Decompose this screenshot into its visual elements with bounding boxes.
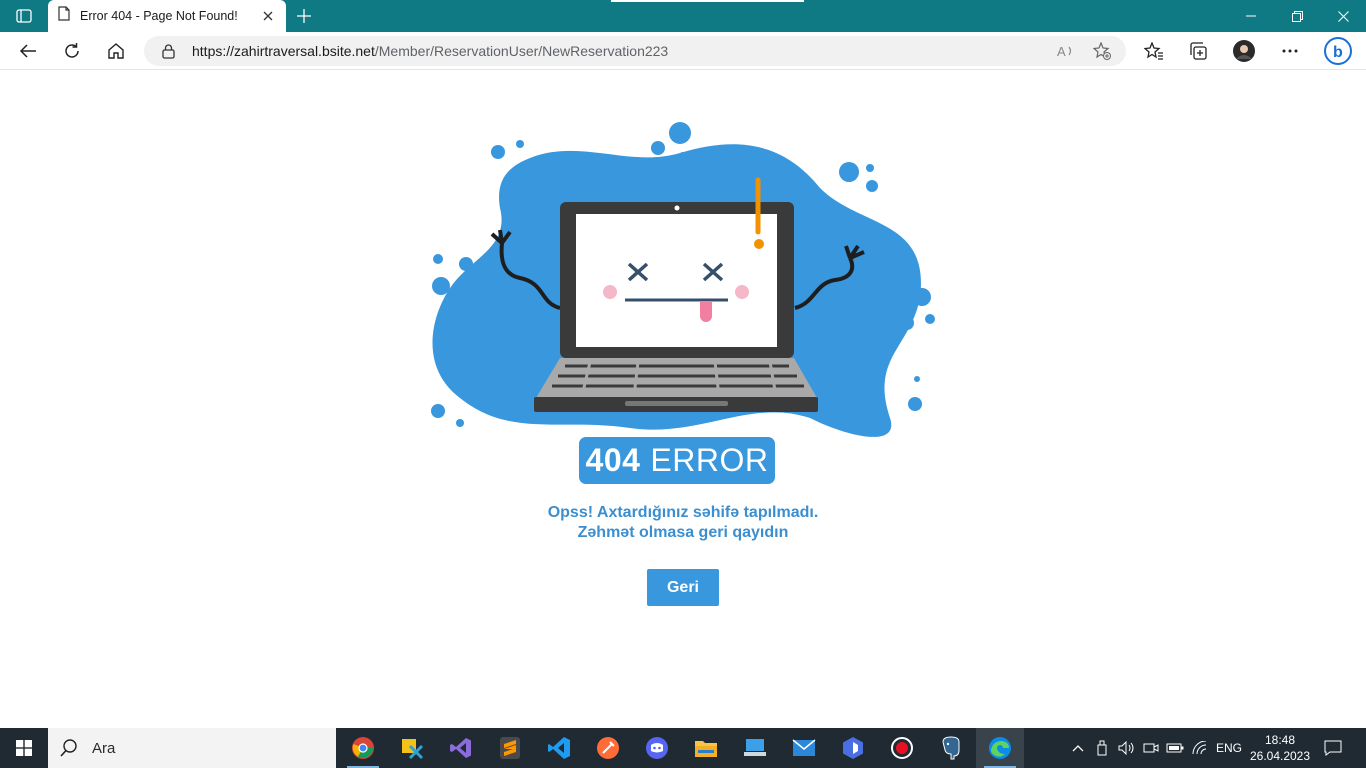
restore-icon[interactable] xyxy=(1274,0,1320,32)
visual-studio-icon[interactable] xyxy=(437,728,485,768)
error-message-line2: Zəhmət olmasa geri qayıdın xyxy=(577,524,789,541)
mail-icon[interactable] xyxy=(780,728,828,768)
bing-chat-icon[interactable]: b xyxy=(1320,36,1356,66)
home-icon[interactable] xyxy=(100,36,132,66)
url-host: https://zahirtraversal.bsite.net xyxy=(192,43,375,59)
back-button[interactable]: Geri xyxy=(647,569,719,606)
favorites-icon[interactable] xyxy=(1138,36,1170,66)
lock-icon[interactable] xyxy=(162,43,176,59)
sublime-text-icon[interactable] xyxy=(486,728,534,768)
error-code: 404 xyxy=(585,442,641,478)
svg-text:b: b xyxy=(1333,44,1343,61)
windows-taskbar: Ara ENG 18:48 26.04.2023 xyxy=(0,728,1366,768)
show-hidden-icons-icon[interactable] xyxy=(1068,728,1088,768)
back-icon[interactable] xyxy=(12,36,44,66)
url-path: /Member/ReservationUser/NewReservation22… xyxy=(374,43,669,59)
battery-icon[interactable] xyxy=(1164,728,1186,768)
browser-tab-bar: Error 404 - Page Not Found! xyxy=(0,0,1366,32)
add-favorite-icon[interactable] xyxy=(1092,42,1112,60)
app-icon-tools[interactable] xyxy=(388,728,436,768)
broken-laptop-illustration xyxy=(431,122,935,437)
volume-icon[interactable] xyxy=(1116,728,1138,768)
clock-time: 18:48 xyxy=(1264,733,1296,747)
profile-avatar[interactable] xyxy=(1228,36,1260,66)
close-tab-icon[interactable] xyxy=(260,8,276,24)
edge-icon[interactable] xyxy=(976,728,1024,768)
chrome-icon[interactable] xyxy=(339,728,387,768)
read-aloud-icon[interactable]: A xyxy=(1056,42,1076,60)
url-text: https://zahirtraversal.bsite.net/Member/… xyxy=(192,43,668,59)
windows-start-icon[interactable] xyxy=(0,728,48,768)
new-tab-icon[interactable] xyxy=(292,5,316,27)
active-tab[interactable]: Error 404 - Page Not Found! xyxy=(48,0,286,32)
postgresql-icon[interactable] xyxy=(927,728,975,768)
this-pc-icon[interactable] xyxy=(731,728,779,768)
more-options-icon[interactable] xyxy=(1274,36,1306,66)
tab-actions-icon[interactable] xyxy=(8,6,40,26)
refresh-icon[interactable] xyxy=(56,36,88,66)
usb-drive-icon[interactable] xyxy=(1092,728,1112,768)
file-explorer-icon[interactable] xyxy=(682,728,730,768)
minimize-icon[interactable] xyxy=(1228,0,1274,32)
search-placeholder: Ara xyxy=(92,739,116,757)
collections-icon[interactable] xyxy=(1182,36,1214,66)
notification-icon[interactable] xyxy=(1318,728,1348,768)
error-message: Opss! Axtardığınız səhifə tapılmadı. Zəh… xyxy=(383,503,983,543)
postman-icon[interactable] xyxy=(584,728,632,768)
browser-toolbar: https://zahirtraversal.bsite.net/Member/… xyxy=(0,32,1366,70)
error-badge: 404 ERROR xyxy=(579,437,775,484)
screen-recorder-icon[interactable] xyxy=(878,728,926,768)
tab-drag-indicator xyxy=(611,0,804,2)
error-word: ERROR xyxy=(650,442,769,478)
error-message-line1: Opss! Axtardığınız səhifə tapılmadı. xyxy=(547,504,819,521)
app-icon-hexagon[interactable] xyxy=(829,728,877,768)
camera-icon[interactable] xyxy=(1141,728,1161,768)
close-window-icon[interactable] xyxy=(1320,0,1366,32)
search-icon xyxy=(60,739,78,757)
error-page: 404 ERROR Opss! Axtardığınız səhifə tapıl… xyxy=(0,70,1366,728)
discord-icon[interactable] xyxy=(633,728,681,768)
clock-date: 26.04.2023 xyxy=(1249,749,1311,763)
language-indicator[interactable]: ENG xyxy=(1214,728,1244,768)
tab-title: Error 404 - Page Not Found! xyxy=(80,9,238,23)
taskbar-search[interactable]: Ara xyxy=(48,728,336,768)
address-bar[interactable]: https://zahirtraversal.bsite.net/Member/… xyxy=(144,36,1126,66)
page-icon xyxy=(58,6,70,26)
vscode-icon[interactable] xyxy=(535,728,583,768)
svg-text:A: A xyxy=(1057,44,1066,58)
wifi-icon[interactable] xyxy=(1189,728,1211,768)
clock[interactable]: 18:48 26.04.2023 xyxy=(1246,732,1314,764)
